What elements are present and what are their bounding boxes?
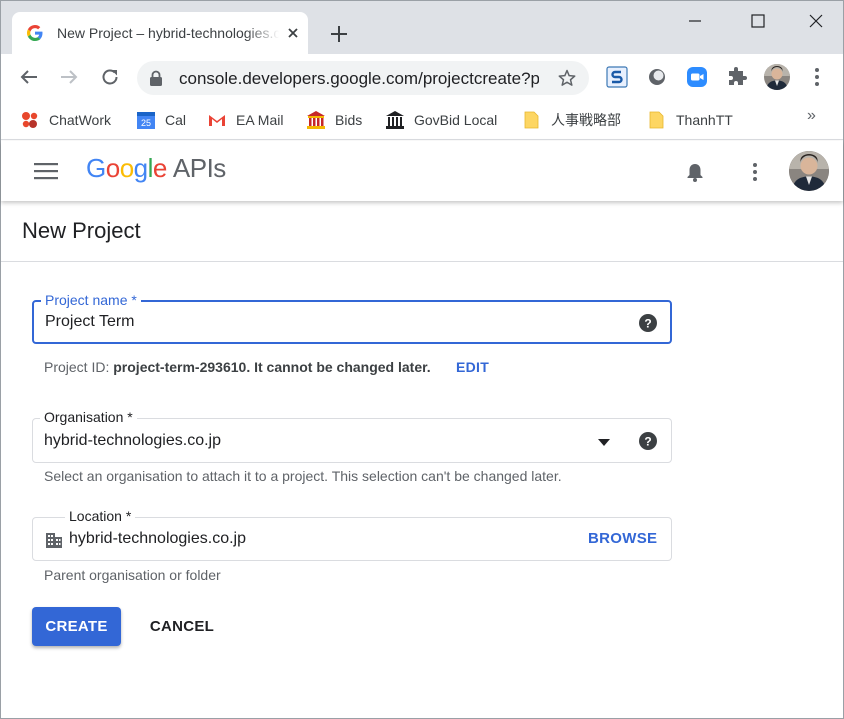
zoom-extension-icon[interactable] (686, 66, 708, 88)
logo-letter: g (133, 153, 148, 183)
logo-letter: G (86, 153, 106, 183)
google-apis-logo[interactable]: Google APIs (86, 153, 226, 184)
browse-button[interactable]: BROWSE (588, 530, 657, 547)
tab-strip: New Project – hybrid-technologies.co.jp … (1, 1, 843, 54)
organisation-select[interactable]: Organisation * hybrid-technologies.co.jp… (32, 409, 672, 463)
close-tab-icon[interactable] (284, 24, 302, 42)
bookmark-label: GovBid Local (414, 112, 498, 128)
folder-icon (524, 111, 539, 129)
address-bar[interactable]: console.developers.google.com/projectcre… (137, 61, 589, 95)
close-window-icon[interactable] (806, 11, 826, 31)
project-id-value: project-term-293610 (113, 359, 247, 375)
logo-letter: e (152, 153, 167, 183)
bookmark-star-icon[interactable] (557, 68, 577, 88)
location-hint: Parent organisation or folder (44, 567, 221, 583)
s-extension-icon[interactable] (606, 66, 628, 88)
bookmark-bids[interactable]: Bids (306, 109, 362, 131)
bookmarks-bar: ChatWork 25 Cal EA Mail Bids GovBid Loca… (1, 101, 843, 140)
create-button[interactable]: CREATE (32, 607, 121, 646)
logo-letter: o (119, 153, 134, 183)
circle-extension-icon[interactable] (646, 66, 668, 88)
chatwork-icon (22, 112, 38, 128)
project-name-input[interactable]: Project Term (45, 313, 135, 331)
minimize-icon[interactable] (685, 11, 705, 31)
organisation-hint: Select an organisation to attach it to a… (44, 468, 562, 484)
google-favicon-icon (27, 25, 43, 41)
edit-project-id-button[interactable]: EDIT (456, 359, 489, 375)
gmail-icon (209, 115, 225, 126)
bookmark-label: EA Mail (236, 112, 284, 128)
browser-menu-icon[interactable] (806, 66, 828, 88)
svg-text:?: ? (644, 317, 651, 331)
tab-title: New Project – hybrid-technologies.co.jp … (57, 25, 279, 41)
calendar-icon: 25 (137, 112, 155, 129)
bookmark-cal[interactable]: 25 Cal (136, 109, 186, 131)
location-label: Location * (65, 508, 136, 524)
bookmark-label: 人事戦略部 (551, 112, 621, 128)
help-icon[interactable]: ? (638, 431, 658, 451)
reload-icon[interactable] (99, 66, 121, 88)
browser-window: New Project – hybrid-technologies.co.jp … (0, 0, 844, 719)
page-title: New Project (22, 218, 141, 243)
logo-apis-text: APIs (172, 153, 226, 183)
browser-tab[interactable]: New Project – hybrid-technologies.co.jp … (12, 12, 308, 54)
calendar-day: 25 (141, 118, 151, 128)
bids-building-icon (307, 111, 325, 129)
apis-header: Google APIs (1, 141, 843, 201)
cancel-button[interactable]: CANCEL (142, 607, 222, 646)
project-id-hint: Project ID: project-term-293610. It cann… (44, 359, 431, 375)
maximize-icon[interactable] (748, 11, 768, 31)
organisation-value: hybrid-technologies.co.jp (44, 432, 221, 449)
extensions-puzzle-icon[interactable] (726, 66, 748, 88)
project-id-suffix: . It cannot be changed later. (246, 359, 431, 375)
location-value: hybrid-technologies.co.jp (69, 530, 246, 547)
url-text[interactable]: console.developers.google.com/projectcre… (179, 69, 539, 89)
organisation-label: Organisation * (40, 409, 137, 425)
profile-avatar-icon[interactable] (764, 64, 790, 90)
bookmark-label: ChatWork (49, 112, 111, 128)
logo-letter: o (105, 153, 120, 183)
back-arrow-icon[interactable] (18, 66, 40, 88)
bookmark-label: Cal (165, 112, 187, 128)
bookmark-ea-mail[interactable]: EA Mail (207, 109, 283, 131)
project-id-prefix: Project ID: (44, 359, 114, 375)
location-field: Location * hybrid-technologies.co.jp BRO… (32, 508, 672, 561)
dropdown-arrow-icon[interactable] (594, 432, 614, 452)
more-options-icon[interactable] (746, 161, 764, 183)
new-tab-icon[interactable] (328, 23, 350, 45)
account-avatar[interactable] (789, 151, 829, 191)
building-icon (46, 533, 62, 548)
bookmark-label: Bids (335, 112, 363, 128)
bookmarks-overflow-button[interactable]: » (807, 107, 816, 125)
page-title-bar: New Project (1, 201, 843, 262)
project-name-label: Project name * (41, 292, 141, 308)
bookmark-label: ThanhTT (676, 112, 733, 128)
bookmark-folder-thanhtt[interactable]: ThanhTT (647, 109, 733, 131)
bookmark-folder-jinji[interactable]: 人事戦略部 (522, 109, 621, 131)
browser-toolbar: console.developers.google.com/projectcre… (1, 54, 843, 101)
bookmark-govbid-local[interactable]: GovBid Local (385, 109, 497, 131)
folder-icon (649, 111, 664, 129)
government-building-icon (386, 111, 404, 129)
svg-text:?: ? (644, 435, 651, 449)
project-name-field[interactable]: Project name * Project Term ? (32, 292, 672, 344)
lock-icon[interactable] (149, 70, 163, 86)
help-icon[interactable]: ? (638, 313, 658, 333)
hamburger-menu-icon[interactable] (34, 161, 58, 181)
forward-arrow-icon[interactable] (58, 66, 80, 88)
bookmark-chatwork[interactable]: ChatWork (20, 109, 111, 131)
notifications-bell-icon[interactable] (684, 161, 706, 183)
